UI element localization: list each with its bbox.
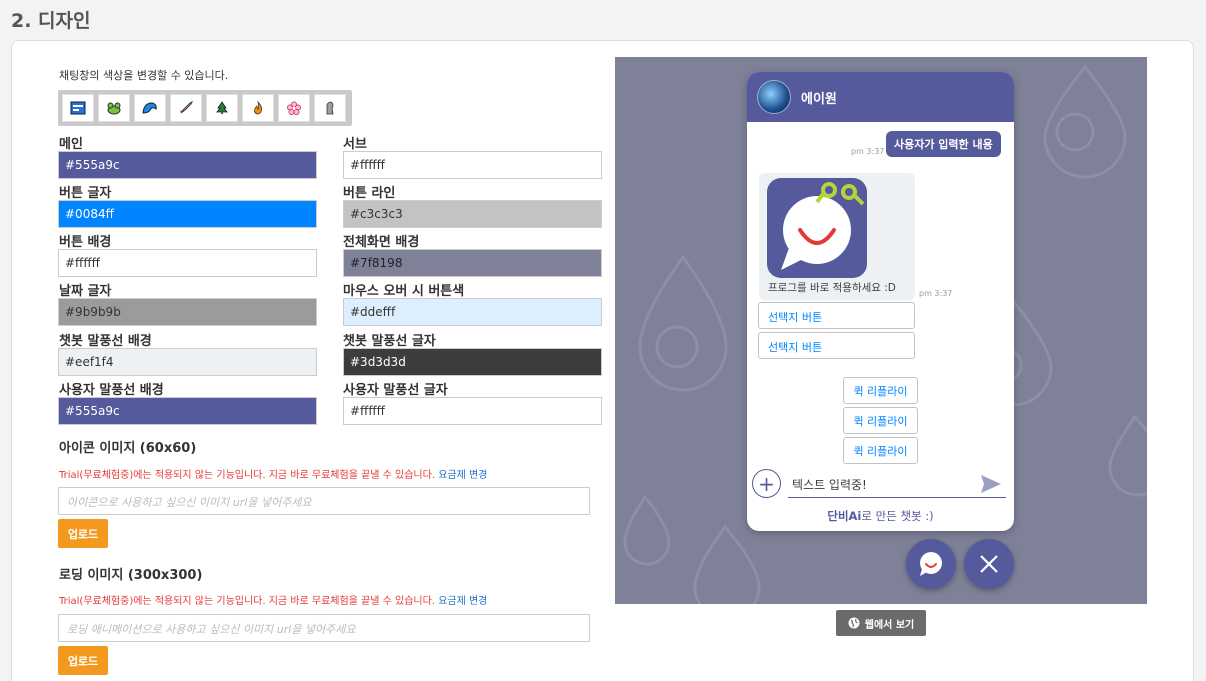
choice-button[interactable]: 선택지 버튼 xyxy=(758,302,915,329)
icon-upload-button[interactable]: 업로드 xyxy=(58,519,108,548)
hover-button-color-label: 마우스 오버 시 버튼색 xyxy=(343,284,465,299)
button-line-color-input[interactable]: #c3c3c3 xyxy=(343,200,602,228)
button-bg-color-label: 버튼 배경 xyxy=(59,235,112,250)
user-message-bubble: 사용자가 입력한 내용 xyxy=(886,131,1001,157)
date-text-color-label: 날짜 글자 xyxy=(59,284,112,299)
quick-reply-button[interactable]: 퀵 리플라이 xyxy=(843,407,918,434)
plus-icon[interactable]: + xyxy=(752,469,781,498)
button-text-color-label: 버튼 글자 xyxy=(59,186,112,201)
tree-icon xyxy=(216,101,228,114)
theme-frog-button[interactable] xyxy=(98,94,130,122)
theme-space-button[interactable] xyxy=(62,94,94,122)
button-bg-color-input[interactable]: #ffffff xyxy=(58,249,317,277)
main-color-input[interactable]: #555a9c xyxy=(58,151,317,179)
choice-button[interactable]: 선택지 버튼 xyxy=(758,332,915,359)
powered-brand: 단비Ai xyxy=(827,509,862,523)
theme-selector xyxy=(58,90,352,126)
theme-moai-button[interactable] xyxy=(314,94,346,122)
bot-name: 에이원 xyxy=(801,91,837,107)
loading-upload-button[interactable]: 업로드 xyxy=(58,646,108,675)
user-bubble-bg-color-label: 사용자 말풍선 배경 xyxy=(59,383,164,398)
section-title: 2. 디자인 xyxy=(11,10,91,32)
bot-message-image xyxy=(767,178,867,278)
bot-bubble-bg-color-input[interactable]: #eef1f4 xyxy=(58,348,317,376)
chat-input-row: + 텍스트 입력중! xyxy=(752,468,1007,498)
close-chat-button[interactable] xyxy=(964,539,1014,589)
date-text-color-input[interactable]: #9b9b9b xyxy=(58,298,317,326)
globe-icon xyxy=(848,617,860,629)
web-view-label: 웹에서 보기 xyxy=(864,619,915,631)
bot-bubble-bg-color-label: 챗봇 말풍선 배경 xyxy=(59,334,152,349)
bot-bubble-text-color-label: 챗봇 말풍선 글자 xyxy=(343,334,436,349)
chat-launcher-button[interactable] xyxy=(906,539,956,589)
main-color-label: 메인 xyxy=(59,137,83,152)
chat-text-input[interactable]: 텍스트 입력중! xyxy=(788,470,1006,498)
space-icon xyxy=(70,101,86,115)
bot-avatar xyxy=(757,80,791,114)
chat-header: 에이원 xyxy=(747,72,1014,122)
theme-rocket-button[interactable] xyxy=(170,94,202,122)
powered-by-text: 단비Ai로 만든 챗봇 :) xyxy=(747,508,1014,524)
user-bubble-text-color-label: 사용자 말풍선 글자 xyxy=(343,383,448,398)
frog-mascot-icon xyxy=(781,182,865,270)
design-description: 채팅창의 색상을 변경할 수 있습니다. xyxy=(59,69,229,82)
loading-image-trial-notice: Trial(무료체험중)에는 적용되지 않는 기능입니다. 지금 바로 무료체험… xyxy=(59,592,487,607)
sub-color-label: 서브 xyxy=(343,137,367,152)
bot-message-time: pm 3:37 xyxy=(919,289,953,298)
button-text-color-input[interactable]: #0084ff xyxy=(58,200,317,228)
plan-change-link[interactable]: 요금제 변경 xyxy=(438,470,487,481)
theme-flower-button[interactable] xyxy=(278,94,310,122)
quick-reply-button[interactable]: 퀵 리플라이 xyxy=(843,377,918,404)
loading-image-title: 로딩 이미지 (300x300) xyxy=(59,568,203,583)
powered-suffix: 로 만든 챗봇 :) xyxy=(861,509,934,523)
theme-wave-button[interactable] xyxy=(134,94,166,122)
trial-notice-text: Trial(무료체험중)에는 적용되지 않는 기능입니다. 지금 바로 무료체험… xyxy=(59,470,436,481)
fire-icon xyxy=(254,101,262,115)
loading-url-input[interactable]: 로딩 애니메이션으로 사용하고 싶으신 이미지 url을 넣어주세요 xyxy=(58,614,590,642)
hover-button-color-input[interactable]: #ddefff xyxy=(343,298,602,326)
moai-icon xyxy=(326,101,334,115)
flower-icon xyxy=(287,101,301,115)
frog-icon xyxy=(107,102,121,115)
web-view-button[interactable]: 웹에서 보기 xyxy=(836,610,926,636)
icon-url-input[interactable]: 아이콘으로 사용하고 싶으신 이미지 url을 넣어주세요 xyxy=(58,487,590,515)
bot-message-text: 프로그를 바로 적용하세요 :D xyxy=(768,282,896,294)
close-icon xyxy=(980,555,998,573)
rocket-icon xyxy=(180,101,194,114)
send-icon[interactable] xyxy=(980,474,1002,494)
bot-bubble-text-color-input[interactable]: #3d3d3d xyxy=(343,348,602,376)
fullscreen-bg-color-input[interactable]: #7f8198 xyxy=(343,249,602,277)
theme-fire-button[interactable] xyxy=(242,94,274,122)
button-line-color-label: 버튼 라인 xyxy=(343,186,396,201)
theme-tree-button[interactable] xyxy=(206,94,238,122)
user-bubble-text-color-input[interactable]: #ffffff xyxy=(343,397,602,425)
sub-color-input[interactable]: #ffffff xyxy=(343,151,602,179)
quick-reply-button[interactable]: 퀵 리플라이 xyxy=(843,437,918,464)
user-bubble-bg-color-input[interactable]: #555a9c xyxy=(58,397,317,425)
wave-icon xyxy=(142,102,157,114)
plan-change-link[interactable]: 요금제 변경 xyxy=(438,596,487,607)
fullscreen-bg-color-label: 전체화면 배경 xyxy=(343,235,420,250)
user-message-time: pm 3:37 xyxy=(851,147,885,156)
trial-notice-text: Trial(무료체험중)에는 적용되지 않는 기능입니다. 지금 바로 무료체험… xyxy=(59,596,436,607)
icon-image-trial-notice: Trial(무료체험중)에는 적용되지 않는 기능입니다. 지금 바로 무료체험… xyxy=(59,466,487,481)
icon-image-title: 아이콘 이미지 (60x60) xyxy=(59,441,197,456)
chatbot-icon xyxy=(920,552,942,576)
